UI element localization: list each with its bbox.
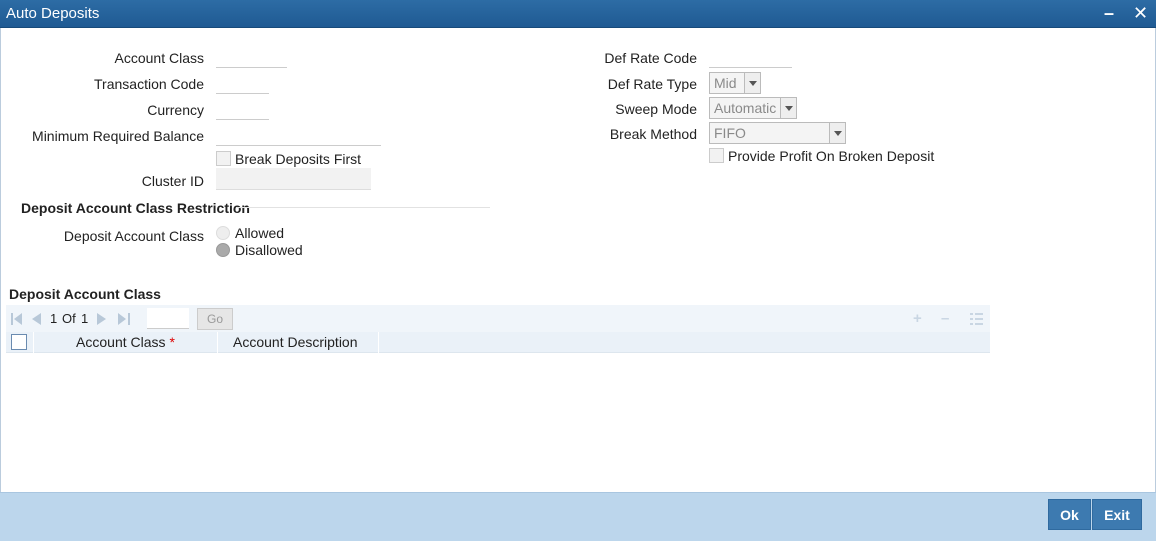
window-title: Auto Deposits xyxy=(6,5,100,22)
select-all-checkbox[interactable] xyxy=(11,334,27,350)
page-total: 1 xyxy=(81,311,89,326)
provide-profit-checkbox[interactable] xyxy=(709,148,724,163)
add-row-icon[interactable]: + xyxy=(913,310,922,327)
page-current: 1 xyxy=(50,311,58,326)
next-page-icon[interactable] xyxy=(97,313,107,325)
break-method-value: FIFO xyxy=(714,125,746,141)
cluster-id-label: Cluster ID xyxy=(141,173,204,189)
column-account-class-label: Account Class xyxy=(76,334,166,350)
ok-button[interactable]: Ok xyxy=(1048,499,1091,530)
last-page-icon[interactable] xyxy=(118,313,130,325)
grid-section-title: Deposit Account Class xyxy=(9,286,161,302)
column-account-description-label: Account Description xyxy=(233,334,358,350)
cluster-id-input[interactable] xyxy=(216,168,371,190)
close-icon[interactable]: ✕ xyxy=(1133,4,1148,22)
def-rate-code-label: Def Rate Code xyxy=(604,50,697,66)
go-button[interactable]: Go xyxy=(197,308,233,330)
currency-input[interactable] xyxy=(216,98,269,120)
prev-page-icon[interactable] xyxy=(31,313,41,325)
column-account-description[interactable]: Account Description xyxy=(218,332,379,353)
min-balance-label: Minimum Required Balance xyxy=(32,128,204,144)
break-deposits-label: Break Deposits First xyxy=(235,151,362,167)
page-number-input[interactable] xyxy=(147,308,189,329)
minimize-icon[interactable]: – xyxy=(1104,4,1114,22)
column-account-class[interactable]: Account Class * xyxy=(34,332,218,353)
account-class-label: Account Class xyxy=(114,50,204,66)
grid-toolbar: 1 Of 1 Go + – xyxy=(6,305,990,332)
title-bar: Auto Deposits – ✕ xyxy=(0,0,1156,28)
deposit-account-class-label: Deposit Account Class xyxy=(63,228,204,244)
disallowed-radio[interactable] xyxy=(216,243,230,257)
first-page-icon[interactable] xyxy=(11,313,23,325)
provide-profit-label: Provide Profit On Broken Deposit xyxy=(728,148,935,164)
select-all-cell xyxy=(6,332,34,353)
list-view-icon[interactable] xyxy=(970,313,983,325)
allowed-radio[interactable] xyxy=(216,226,230,240)
sweep-mode-label: Sweep Mode xyxy=(615,101,697,117)
page-of: Of xyxy=(62,311,76,326)
exit-button[interactable]: Exit xyxy=(1092,499,1142,530)
min-balance-input[interactable] xyxy=(216,124,381,146)
currency-label: Currency xyxy=(147,102,204,118)
allowed-label: Allowed xyxy=(235,225,285,241)
chevron-down-icon xyxy=(744,73,760,93)
sweep-mode-select[interactable]: Automatic xyxy=(709,97,797,119)
def-rate-code-input[interactable] xyxy=(709,46,792,68)
break-method-label: Break Method xyxy=(609,126,697,142)
main-panel xyxy=(0,28,1156,492)
required-marker: * xyxy=(169,334,175,350)
sweep-mode-value: Automatic xyxy=(714,100,777,116)
disallowed-label: Disallowed xyxy=(235,242,303,258)
delete-row-icon[interactable]: – xyxy=(941,310,949,327)
def-rate-type-select[interactable]: Mid xyxy=(709,72,761,94)
break-method-select[interactable]: FIFO xyxy=(709,122,846,144)
transaction-code-input[interactable] xyxy=(216,72,269,94)
restriction-section-title: Deposit Account Class Restriction xyxy=(21,200,250,216)
def-rate-type-value: Mid xyxy=(714,75,737,91)
grid-header: Account Class * Account Description xyxy=(6,332,990,353)
section-divider xyxy=(237,207,490,208)
footer-bar: Ok Exit xyxy=(0,492,1156,541)
transaction-code-label: Transaction Code xyxy=(94,76,204,92)
chevron-down-icon xyxy=(829,123,845,143)
account-class-input[interactable] xyxy=(216,46,287,68)
break-deposits-checkbox[interactable] xyxy=(216,151,231,166)
chevron-down-icon xyxy=(780,98,796,118)
def-rate-type-label: Def Rate Type xyxy=(607,76,697,92)
